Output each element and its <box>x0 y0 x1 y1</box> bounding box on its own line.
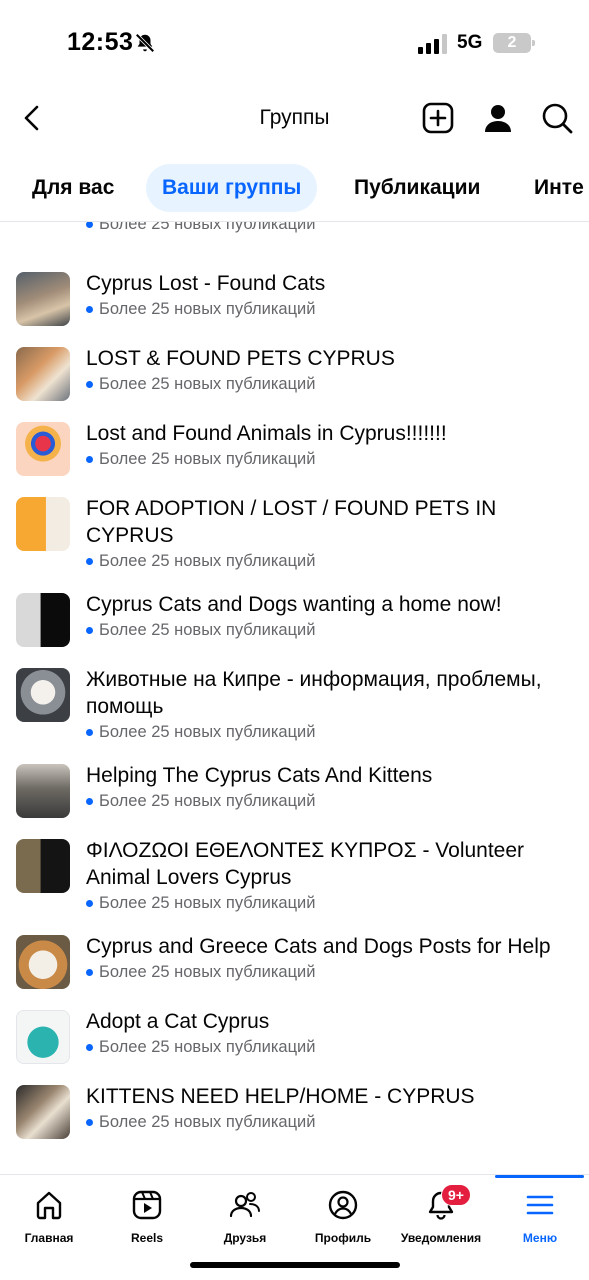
list-item[interactable]: Adopt a Cat Cyprus Более 25 новых публик… <box>0 998 589 1073</box>
status-bar: 12:53 5G 2 <box>0 0 589 80</box>
group-title: Lost and Found Animals in Cyprus!!!!!!! <box>86 422 447 445</box>
list-item[interactable]: Cyprus Cats and Dogs wanting a home now!… <box>0 581 589 656</box>
group-title: Helping The Cyprus Cats And Kittens <box>86 764 433 787</box>
group-activity: Более 25 новых публикаций <box>86 720 573 744</box>
group-activity: Более 25 новых публикаций <box>86 618 573 642</box>
search-icon <box>542 103 573 134</box>
group-title: Cyprus Lost - Found Cats <box>86 272 326 295</box>
bell-muted-icon <box>135 33 155 53</box>
tab-bar: Для вас Ваши группы Публикации Инте <box>0 160 589 216</box>
nav-label: Reels <box>130 1231 164 1245</box>
group-title: KITTENS NEED HELP/HOME - CYPRUS <box>86 1085 475 1108</box>
home-icon <box>36 1191 62 1220</box>
nav-label: Меню <box>522 1231 558 1245</box>
notification-badge: 9+ <box>441 1184 471 1206</box>
unread-dot <box>86 380 93 388</box>
nav-home[interactable]: Главная <box>0 1175 98 1255</box>
group-avatar <box>16 422 70 476</box>
group-avatar <box>16 272 70 326</box>
group-avatar <box>16 1010 70 1064</box>
group-avatar <box>16 1085 70 1139</box>
nav-label: Профиль <box>314 1231 372 1245</box>
list-item[interactable]: LOST & FOUND PETS CYPRUS Более 25 новых … <box>0 335 589 410</box>
list-item[interactable]: Животные на Кипре - информация, проблемы… <box>0 656 589 752</box>
battery-icon: 2 <box>493 33 535 53</box>
group-activity: Более 25 новых публикаций <box>86 447 573 471</box>
group-activity: Более 25 новых публикаций <box>86 297 573 321</box>
nav-label: Главная <box>24 1231 74 1245</box>
person-icon <box>485 105 511 132</box>
profile-icon <box>328 1190 358 1220</box>
tab-your-groups[interactable]: Ваши группы <box>146 164 318 212</box>
group-avatar <box>16 839 70 893</box>
group-title: Cyprus and Greece Cats and Dogs Posts fo… <box>86 935 551 958</box>
group-avatar <box>16 497 70 551</box>
menu-icon <box>526 1195 554 1215</box>
reels-icon <box>132 1190 162 1220</box>
status-time: 12:53 <box>67 28 134 56</box>
unread-dot <box>86 222 93 228</box>
group-avatar <box>16 764 70 818</box>
tab-posts[interactable]: Публикации <box>338 164 496 212</box>
group-activity: Более 25 новых публикаций <box>86 960 573 984</box>
groups-list[interactable]: Более 25 новых публикаций Cyprus Lost - … <box>0 222 589 1174</box>
battery-level: 2 <box>507 34 517 51</box>
plus-square-icon <box>422 102 454 134</box>
list-item[interactable]: Cyprus and Greece Cats and Dogs Posts fo… <box>0 923 589 998</box>
unread-dot <box>86 557 93 565</box>
group-activity: Более 25 новых публикаций <box>86 891 573 915</box>
search-button[interactable] <box>537 98 577 138</box>
group-title: Adopt a Cat Cyprus <box>86 1010 270 1033</box>
signal-icon <box>418 34 447 54</box>
group-activity: Более 25 новых публикаций <box>86 372 573 396</box>
create-group-button[interactable] <box>418 98 458 138</box>
unread-dot <box>86 626 93 634</box>
group-activity: Более 25 новых публикаций <box>86 549 573 573</box>
nav-menu[interactable]: Меню <box>491 1175 589 1255</box>
header: Группы <box>0 90 589 148</box>
profile-button[interactable] <box>478 98 518 138</box>
group-activity: Более 25 новых публикаций <box>86 789 573 813</box>
home-indicator <box>190 1262 400 1268</box>
list-item[interactable]: KITTENS NEED HELP/HOME - CYPRUS Более 25… <box>0 1073 589 1148</box>
unread-dot <box>86 455 93 463</box>
group-avatar <box>16 935 70 989</box>
list-item[interactable]: ΦΙΛΟΖΩΟΙ ΕΘΕΛΟΝΤΕΣ ΚΥΠΡΟΣ - Volunteer An… <box>0 827 589 923</box>
unread-dot <box>86 797 93 805</box>
nav-label: Уведомления <box>400 1231 482 1245</box>
nav-friends[interactable]: Друзья <box>196 1175 294 1255</box>
unread-dot <box>86 305 93 313</box>
unread-dot <box>86 728 93 736</box>
list-item[interactable]: FOR ADOPTION / LOST / FOUND PETS IN CYPR… <box>0 485 589 581</box>
group-avatar <box>16 347 70 401</box>
nav-notifications[interactable]: 9+ Уведомления <box>392 1175 490 1255</box>
group-avatar <box>16 668 70 722</box>
list-item[interactable]: Cyprus Lost - Found Cats Более 25 новых … <box>0 260 589 335</box>
nav-reels[interactable]: Reels <box>98 1175 196 1255</box>
group-avatar <box>16 593 70 647</box>
group-title: Cyprus Cats and Dogs wanting a home now! <box>86 593 502 616</box>
nav-profile[interactable]: Профиль <box>294 1175 392 1255</box>
friends-icon <box>229 1192 260 1218</box>
tab-interests[interactable]: Инте <box>518 164 589 212</box>
list-item[interactable]: Helping The Cyprus Cats And Kittens Боле… <box>0 752 589 827</box>
group-title: FOR ADOPTION / LOST / FOUND PETS IN CYPR… <box>86 497 497 547</box>
nav-label: Друзья <box>223 1231 267 1245</box>
group-title: Животные на Кипре - информация, проблемы… <box>86 668 542 718</box>
group-activity: Более 25 новых публикаций <box>86 1035 573 1059</box>
group-activity: Более 25 новых публикаций <box>86 1110 573 1134</box>
unread-dot <box>86 1118 93 1126</box>
list-item[interactable]: Lost and Found Animals in Cyprus!!!!!!! … <box>0 410 589 485</box>
unread-dot <box>86 968 93 976</box>
tab-for-you[interactable]: Для вас <box>16 164 130 212</box>
unread-dot <box>86 899 93 907</box>
network-type: 5G <box>457 32 483 53</box>
unread-dot <box>86 1043 93 1051</box>
group-title: LOST & FOUND PETS CYPRUS <box>86 347 395 370</box>
group-title: ΦΙΛΟΖΩΟΙ ΕΘΕΛΟΝΤΕΣ ΚΥΠΡΟΣ - Volunteer An… <box>86 839 525 889</box>
list-item[interactable]: Более 25 новых публикаций <box>0 222 589 260</box>
group-activity: Более 25 новых публикаций <box>86 222 573 236</box>
